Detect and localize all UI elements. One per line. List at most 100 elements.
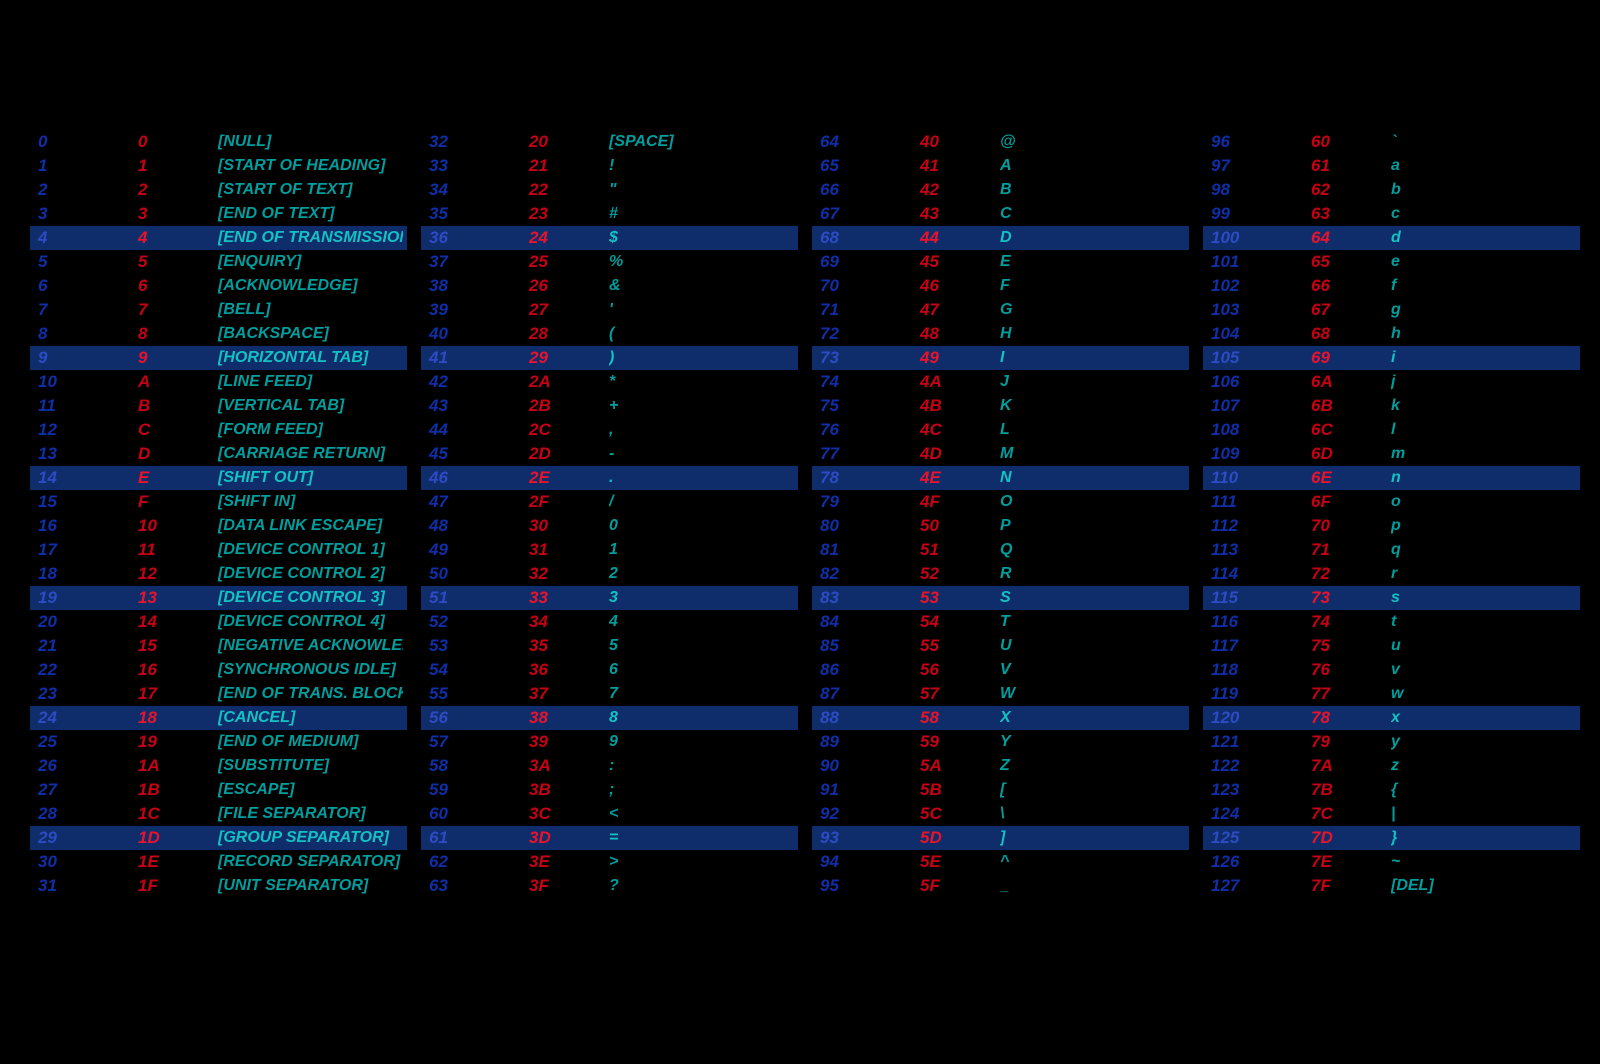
table-row: 6541A — [812, 154, 1189, 178]
table-row: 925C\ — [812, 802, 1189, 826]
decimal-value: 36 — [429, 228, 529, 248]
character-value: a — [1391, 157, 1576, 175]
hex-value: 48 — [920, 324, 1000, 344]
table-row: 3927' — [421, 298, 798, 322]
ascii-table: 00[NULL]11[START OF HEADING]22[START OF … — [0, 0, 1600, 898]
table-row: 10367g — [1203, 298, 1580, 322]
table-row: 55[ENQUIRY] — [30, 250, 407, 274]
hex-value: 3B — [529, 780, 609, 800]
decimal-value: 92 — [820, 804, 920, 824]
hex-value: 47 — [920, 300, 1000, 320]
table-row: 271B[ESCAPE] — [30, 778, 407, 802]
hex-value: 31 — [529, 540, 609, 560]
ascii-column-block: 00[NULL]11[START OF HEADING]22[START OF … — [30, 130, 407, 898]
table-row: 66[ACKNOWLEDGE] — [30, 274, 407, 298]
hex-value: 74 — [1311, 612, 1391, 632]
decimal-value: 125 — [1211, 828, 1311, 848]
table-row: 12078x — [1203, 706, 1580, 730]
table-row: 10165e — [1203, 250, 1580, 274]
hex-value: 11 — [138, 540, 218, 560]
hex-value: 69 — [1311, 348, 1391, 368]
hex-value: 4D — [920, 444, 1000, 464]
hex-value: 60 — [1311, 132, 1391, 152]
character-value: Y — [1000, 733, 1185, 751]
table-row: 915B[ — [812, 778, 1189, 802]
table-row: 12179y — [1203, 730, 1580, 754]
decimal-value: 59 — [429, 780, 529, 800]
character-value: T — [1000, 613, 1185, 631]
character-value: [HORIZONTAL TAB] — [218, 349, 403, 367]
hex-value: 59 — [920, 732, 1000, 752]
table-row: 1257D} — [1203, 826, 1580, 850]
hex-value: 12 — [138, 564, 218, 584]
table-row: 945E^ — [812, 850, 1189, 874]
hex-value: 5A — [920, 756, 1000, 776]
hex-value: 23 — [529, 204, 609, 224]
hex-value: 13 — [138, 588, 218, 608]
character-value: X — [1000, 709, 1185, 727]
decimal-value: 74 — [820, 372, 920, 392]
character-value: c — [1391, 205, 1576, 223]
hex-value: 67 — [1311, 300, 1391, 320]
hex-value: 42 — [920, 180, 1000, 200]
table-row: 6440@ — [812, 130, 1189, 154]
table-row: 11775u — [1203, 634, 1580, 658]
hex-value: 1C — [138, 804, 218, 824]
hex-value: 6E — [1311, 468, 1391, 488]
decimal-value: 18 — [38, 564, 138, 584]
decimal-value: 66 — [820, 180, 920, 200]
decimal-value: 52 — [429, 612, 529, 632]
decimal-value: 97 — [1211, 156, 1311, 176]
character-value: I — [1000, 349, 1185, 367]
decimal-value: 75 — [820, 396, 920, 416]
decimal-value: 121 — [1211, 732, 1311, 752]
table-row: 13D[CARRIAGE RETURN] — [30, 442, 407, 466]
decimal-value: 101 — [1211, 252, 1311, 272]
hex-value: 66 — [1311, 276, 1391, 296]
table-row: 1711[DEVICE CONTROL 1] — [30, 538, 407, 562]
table-row: 8454T — [812, 610, 1189, 634]
table-row: 1066Aj — [1203, 370, 1580, 394]
hex-value: 5E — [920, 852, 1000, 872]
decimal-value: 42 — [429, 372, 529, 392]
table-row: 583A: — [421, 754, 798, 778]
decimal-value: 13 — [38, 444, 138, 464]
hex-value: 15 — [138, 636, 218, 656]
table-row: 9862b — [1203, 178, 1580, 202]
decimal-value: 83 — [820, 588, 920, 608]
hex-value: 16 — [138, 660, 218, 680]
decimal-value: 50 — [429, 564, 529, 584]
decimal-value: 5 — [38, 252, 138, 272]
table-row: 9761a — [1203, 154, 1580, 178]
decimal-value: 72 — [820, 324, 920, 344]
decimal-value: 3 — [38, 204, 138, 224]
hex-value: 79 — [1311, 732, 1391, 752]
table-row: 8555U — [812, 634, 1189, 658]
table-row: 77[BELL] — [30, 298, 407, 322]
character-value: L — [1000, 421, 1185, 439]
character-value: > — [609, 853, 794, 871]
hex-value: 22 — [529, 180, 609, 200]
table-row: 1106En — [1203, 466, 1580, 490]
table-row: 8858X — [812, 706, 1189, 730]
character-value: [RECORD SEPARATOR] — [218, 853, 403, 871]
decimal-value: 108 — [1211, 420, 1311, 440]
table-row: 311F[UNIT SEPARATOR] — [30, 874, 407, 898]
character-value: [SHIFT OUT] — [218, 469, 403, 487]
hex-value: 3C — [529, 804, 609, 824]
decimal-value: 14 — [38, 468, 138, 488]
character-value: d — [1391, 229, 1576, 247]
table-row: 2418[CANCEL] — [30, 706, 407, 730]
decimal-value: 122 — [1211, 756, 1311, 776]
hex-value: 43 — [920, 204, 1000, 224]
table-row: 33[END OF TEXT] — [30, 202, 407, 226]
hex-value: 8 — [138, 324, 218, 344]
character-value: ) — [609, 349, 794, 367]
decimal-value: 10 — [38, 372, 138, 392]
character-value: [GROUP SEPARATOR] — [218, 829, 403, 847]
character-value: x — [1391, 709, 1576, 727]
hex-value: 5 — [138, 252, 218, 272]
decimal-value: 93 — [820, 828, 920, 848]
hex-value: 41 — [920, 156, 1000, 176]
table-row: 10569i — [1203, 346, 1580, 370]
